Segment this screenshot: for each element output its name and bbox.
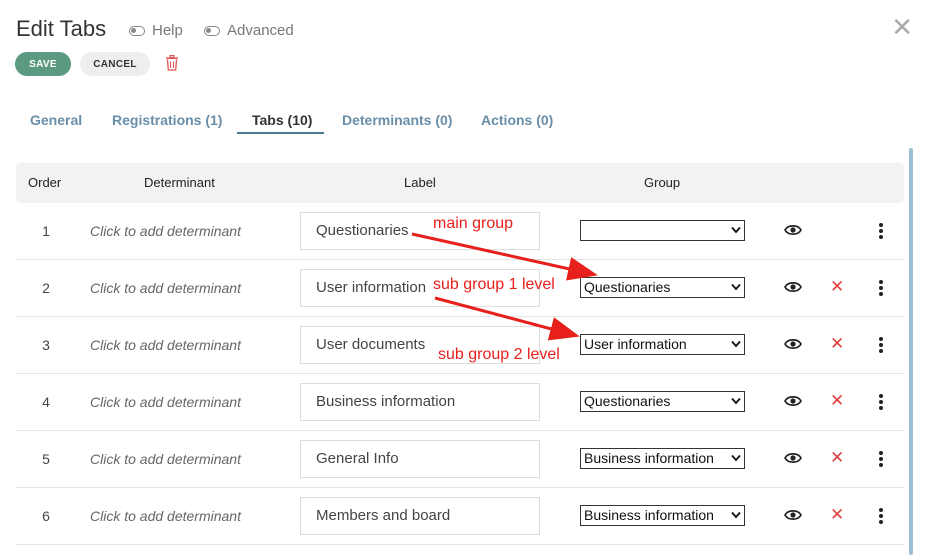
row-order: 5 xyxy=(42,451,50,467)
table-row: 6 Click to add determinant Members and b… xyxy=(16,488,904,545)
eye-icon[interactable] xyxy=(784,508,802,527)
header-label: Label xyxy=(404,175,436,190)
annotation-sub-group-1: sub group 1 level xyxy=(433,276,555,293)
table-row: 5 Click to add determinant General Info … xyxy=(16,431,904,488)
save-button[interactable]: SAVE xyxy=(15,52,71,76)
tab-tabs[interactable]: Tabs (10) xyxy=(252,112,312,128)
page-title: Edit Tabs xyxy=(16,16,107,41)
advanced-label: Advanced xyxy=(227,22,294,39)
add-determinant-link[interactable]: Click to add determinant xyxy=(90,451,241,467)
close-icon[interactable]: ✕ xyxy=(891,14,913,40)
active-tab-indicator xyxy=(237,132,324,134)
help-label: Help xyxy=(152,22,183,39)
header-order: Order xyxy=(28,175,62,190)
more-options-icon[interactable] xyxy=(878,507,884,530)
scrollbar[interactable] xyxy=(909,148,913,555)
group-select-value: Questionaries xyxy=(584,393,671,409)
group-select[interactable]: Business information xyxy=(580,505,745,526)
more-options-icon[interactable] xyxy=(878,279,884,302)
chevron-down-icon xyxy=(731,226,741,234)
group-select-value: User information xyxy=(584,336,687,352)
tab-general[interactable]: General xyxy=(30,112,82,128)
row-order: 3 xyxy=(42,337,50,353)
toggle-switch-icon xyxy=(204,25,220,36)
delete-row-icon[interactable]: ✕ xyxy=(830,449,844,466)
group-select-value: Business information xyxy=(584,450,714,466)
add-determinant-link[interactable]: Click to add determinant xyxy=(90,223,241,239)
advanced-toggle[interactable]: Advanced xyxy=(204,22,294,39)
row-order: 6 xyxy=(42,508,50,524)
annotation-sub-group-2: sub group 2 level xyxy=(438,346,560,363)
group-select-value: Questionaries xyxy=(584,279,671,295)
chevron-down-icon xyxy=(731,511,741,519)
chevron-down-icon xyxy=(731,340,741,348)
group-select-value: Business information xyxy=(584,507,714,523)
label-input[interactable]: Business information xyxy=(300,383,540,421)
tab-registrations[interactable]: Registrations (1) xyxy=(112,112,222,128)
cancel-button[interactable]: CANCEL xyxy=(80,52,150,76)
chevron-down-icon xyxy=(731,454,741,462)
more-options-icon[interactable] xyxy=(878,450,884,473)
eye-icon[interactable] xyxy=(784,451,802,470)
add-determinant-link[interactable]: Click to add determinant xyxy=(90,508,241,524)
delete-row-icon[interactable]: ✕ xyxy=(830,392,844,409)
header-determinant: Determinant xyxy=(144,175,215,190)
annotation-main-group: main group xyxy=(433,215,514,232)
table-header: Order Determinant Label Group xyxy=(16,163,904,203)
tab-actions[interactable]: Actions (0) xyxy=(481,112,553,128)
row-order: 1 xyxy=(42,223,50,239)
label-input[interactable]: Members and board xyxy=(300,497,540,535)
eye-icon[interactable] xyxy=(784,223,802,242)
add-determinant-link[interactable]: Click to add determinant xyxy=(90,337,241,353)
add-determinant-link[interactable]: Click to add determinant xyxy=(90,280,241,296)
delete-row-icon[interactable]: ✕ xyxy=(830,335,844,352)
header-group: Group xyxy=(644,175,681,190)
delete-row-icon[interactable]: ✕ xyxy=(830,278,844,295)
tab-determinants[interactable]: Determinants (0) xyxy=(342,112,452,128)
label-input[interactable]: General Info xyxy=(300,440,540,478)
eye-icon[interactable] xyxy=(784,337,802,356)
row-order: 4 xyxy=(42,394,50,410)
eye-icon[interactable] xyxy=(784,394,802,413)
row-order: 2 xyxy=(42,280,50,296)
more-options-icon[interactable] xyxy=(878,222,884,245)
group-select[interactable]: User information xyxy=(580,334,745,355)
group-select[interactable]: Business information xyxy=(580,448,745,469)
more-options-icon[interactable] xyxy=(878,393,884,416)
chevron-down-icon xyxy=(731,397,741,405)
group-select[interactable]: Questionaries xyxy=(580,391,745,412)
group-select[interactable] xyxy=(580,220,745,241)
more-options-icon[interactable] xyxy=(878,336,884,359)
chevron-down-icon xyxy=(731,283,741,291)
group-select[interactable]: Questionaries xyxy=(580,277,745,298)
add-determinant-link[interactable]: Click to add determinant xyxy=(90,394,241,410)
eye-icon[interactable] xyxy=(784,280,802,299)
delete-row-icon[interactable]: ✕ xyxy=(830,506,844,523)
help-toggle[interactable]: Help xyxy=(129,22,183,39)
trash-icon[interactable] xyxy=(165,54,179,76)
toggle-switch-icon xyxy=(129,25,145,36)
table-row: 4 Click to add determinant Business info… xyxy=(16,374,904,431)
